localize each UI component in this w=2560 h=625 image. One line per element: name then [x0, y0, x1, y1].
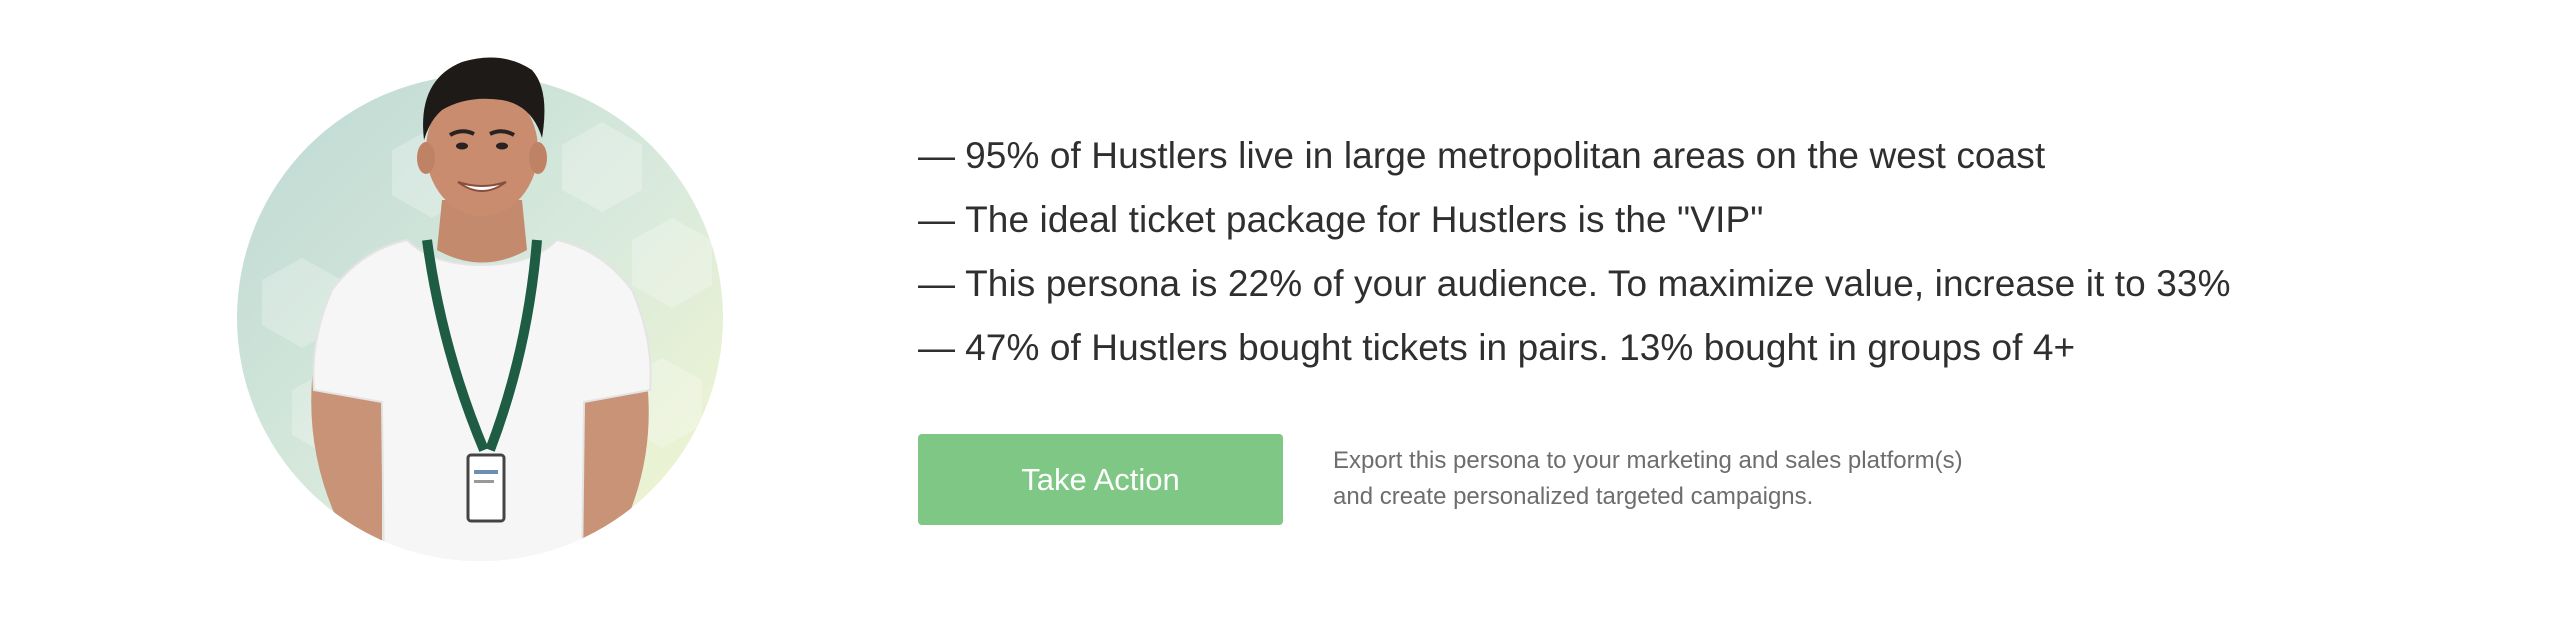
export-description: Export this persona to your marketing an… [1333, 443, 2053, 515]
take-action-button[interactable]: Take Action [918, 434, 1283, 525]
insight-text: 95% of Hustlers live in large metropolit… [965, 135, 2046, 176]
export-description-line: and create personalized targeted campaig… [1333, 483, 1814, 510]
insight-text: 47% of Hustlers bought tickets in pairs.… [965, 327, 2076, 368]
persona-insights-list: —95% of Hustlers live in large metropoli… [918, 124, 2231, 380]
dash-glyph: — [918, 135, 956, 176]
insight-item: —47% of Hustlers bought tickets in pairs… [918, 316, 2231, 380]
insight-item: — The ideal ticket package for Hustlers i… [918, 188, 2231, 252]
insight-text: This persona is 22% of your audience. To… [965, 263, 2231, 304]
id-badge [466, 453, 506, 523]
insight-text: The ideal ticket package for Hustlers is… [965, 199, 1764, 240]
dash-glyph: — [918, 263, 956, 304]
persona-avatar [237, 57, 723, 561]
insight-item: —95% of Hustlers live in large metropoli… [918, 124, 2231, 188]
persona-portrait [232, 50, 736, 590]
insight-item: — This persona is 22% of your audience. T… [918, 252, 2231, 316]
export-description-line: Export this persona to your marketing an… [1333, 447, 1963, 474]
dash-glyph: — [918, 327, 956, 368]
dash-glyph: — [918, 199, 956, 240]
